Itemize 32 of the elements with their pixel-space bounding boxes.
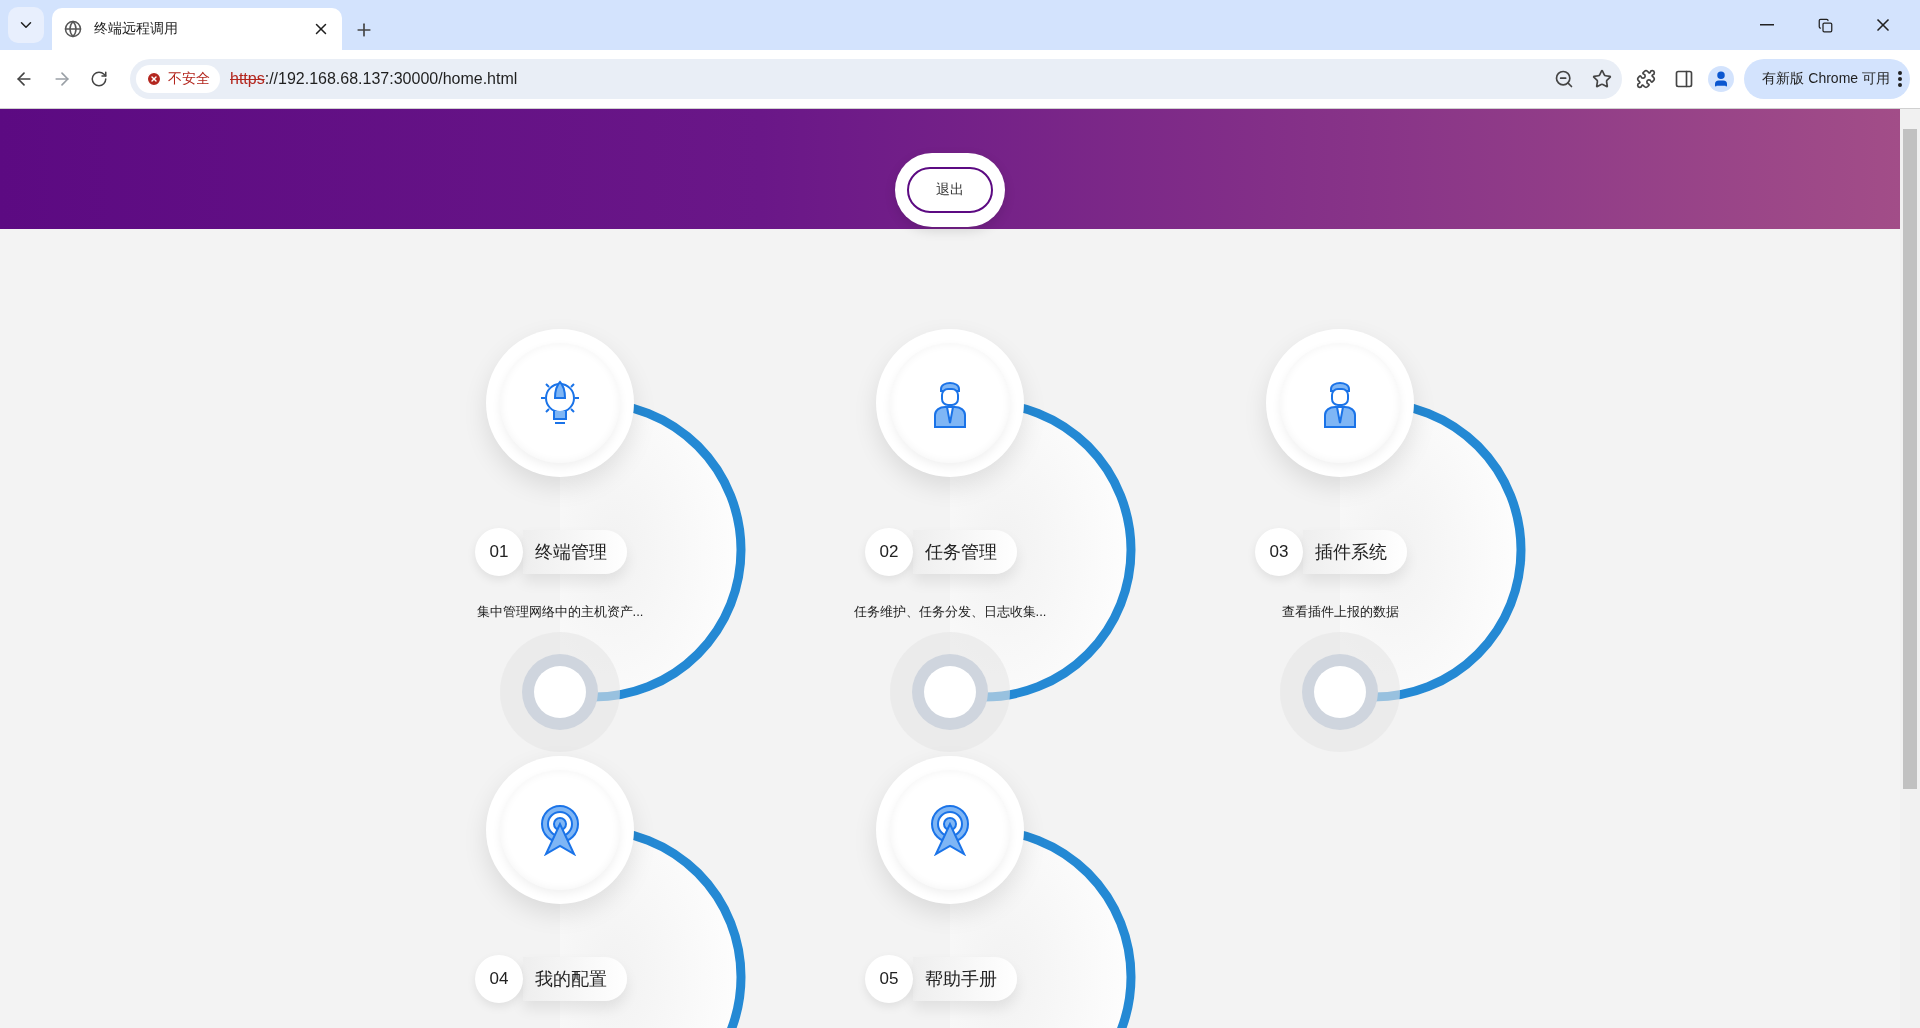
warning-icon [146,71,162,87]
card-description: 查看插件上报的数据 [1280,603,1400,621]
globe-icon [64,20,82,38]
card-title[interactable]: 任务管理 [913,530,1017,574]
card-number: 05 [865,955,913,1003]
browser-tab[interactable]: 终端远程调用 [52,8,342,50]
card-number: 03 [1255,528,1303,576]
card-number: 02 [865,528,913,576]
card-description: 集中管理网络中的主机资产... [475,603,645,621]
card-description: 任务维护、任务分发、日志收集... [852,603,1048,621]
signal-tower-icon [538,804,582,856]
scrollbar-thumb[interactable] [1903,129,1917,789]
logout-button[interactable]: 退出 [907,167,993,213]
signal-tower-icon [928,804,972,856]
tab-list-button[interactable] [8,7,44,43]
scrollbar[interactable] [1900,109,1920,1028]
more-dots-icon [1898,71,1902,87]
update-chrome-button[interactable]: 有新版 Chrome 可用 [1744,59,1910,99]
url-text: https://192.168.68.137:30000/home.html [230,70,519,88]
security-badge[interactable]: 不安全 [136,65,220,93]
card-number: 04 [475,955,523,1003]
card-title[interactable]: 我的配置 [523,957,627,1001]
card-title[interactable]: 插件系统 [1303,530,1407,574]
card-number: 01 [475,528,523,576]
card-title[interactable]: 帮助手册 [913,957,1017,1001]
reload-icon [90,70,108,88]
address-bar[interactable]: 不安全 https://192.168.68.137:30000/home.html [130,59,1623,99]
restore-icon [1817,17,1833,33]
minimize-icon [1760,24,1774,26]
profile-avatar[interactable] [1708,66,1735,92]
card-title[interactable]: 终端管理 [523,530,627,574]
tab-title: 终端远程调用 [94,20,179,38]
